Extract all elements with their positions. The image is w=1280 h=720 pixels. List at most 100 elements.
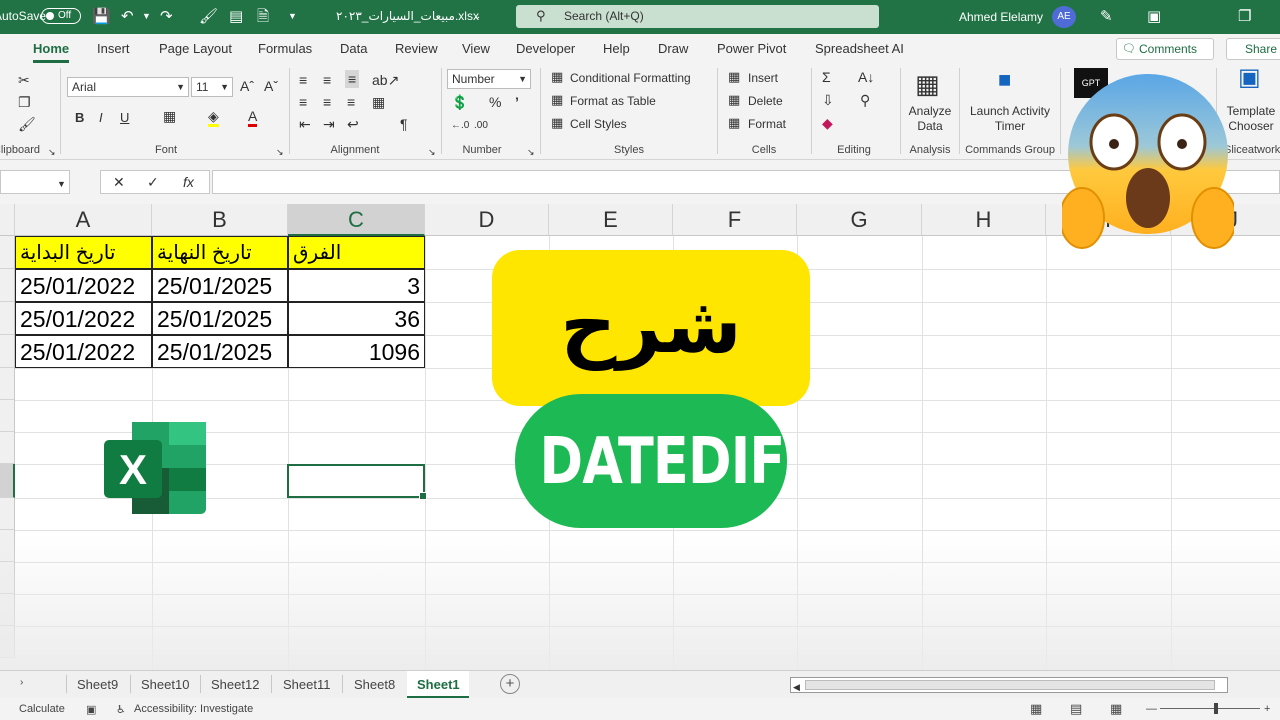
- table-cell[interactable]: 25/01/2022: [15, 269, 152, 302]
- row-header[interactable]: [0, 302, 15, 335]
- text-direction-icon[interactable]: ¶: [400, 116, 408, 132]
- accessibility-status[interactable]: Accessibility: Investigate: [134, 703, 253, 715]
- enter-icon[interactable]: ✓: [147, 174, 159, 190]
- table-header-start-date[interactable]: تاريخ البداية: [15, 236, 152, 269]
- format-cells-button[interactable]: Format: [748, 117, 786, 131]
- column-header-f[interactable]: F: [673, 204, 797, 236]
- accessibility-icon[interactable]: ♿: [116, 703, 126, 716]
- clear-icon[interactable]: ◆: [822, 115, 833, 131]
- conditional-formatting-button[interactable]: Conditional Formatting: [570, 71, 691, 85]
- comma-style-icon[interactable]: ’: [515, 94, 519, 110]
- row-header[interactable]: [0, 400, 15, 432]
- delete-cells-icon[interactable]: ▦: [728, 92, 740, 108]
- form-icon[interactable]: ▤: [229, 8, 243, 25]
- column-header-e[interactable]: E: [549, 204, 673, 236]
- table-cell[interactable]: 25/01/2025: [152, 335, 288, 368]
- align-top-icon[interactable]: ≡: [299, 72, 307, 88]
- zoom-in-icon[interactable]: +: [1264, 703, 1270, 715]
- customize-toolbar-icon[interactable]: ▼: [288, 8, 297, 25]
- decrease-indent-icon[interactable]: ⇤: [299, 116, 311, 132]
- sheet-tab-sheet11[interactable]: Sheet11: [283, 677, 330, 692]
- page-layout-view-icon[interactable]: ▤: [1070, 701, 1082, 717]
- percent-style-icon[interactable]: %: [489, 94, 501, 110]
- scroll-left-icon[interactable]: ◀: [793, 679, 800, 695]
- sheet-tab-sheet1[interactable]: Sheet1: [417, 677, 460, 692]
- autosave-toggle[interactable]: Off: [41, 8, 81, 24]
- tab-data[interactable]: Data: [340, 41, 367, 56]
- share-button[interactable]: Share: [1226, 38, 1280, 60]
- row-header[interactable]: [0, 368, 15, 400]
- column-header-c[interactable]: C: [288, 204, 425, 236]
- tab-formulas[interactable]: Formulas: [258, 41, 312, 56]
- alignment-launcher-icon[interactable]: ↘: [428, 144, 436, 160]
- table-cell[interactable]: 25/01/2025: [152, 269, 288, 302]
- sheet-tab-sheet9[interactable]: Sheet9: [77, 677, 118, 692]
- accounting-format-icon[interactable]: 💲: [451, 94, 468, 110]
- row-header[interactable]: [0, 269, 15, 302]
- analyze-data-icon[interactable]: ▦: [915, 70, 940, 98]
- tab-page-layout[interactable]: Page Layout: [159, 41, 232, 56]
- user-name[interactable]: Ahmed Elelamy: [959, 10, 1043, 24]
- redo-icon[interactable]: ↷: [160, 8, 173, 25]
- cancel-icon[interactable]: ✕: [113, 174, 125, 190]
- increase-font-icon[interactable]: Aˆ: [240, 78, 254, 94]
- pen-icon[interactable]: ✎: [1100, 8, 1113, 25]
- sort-filter-icon[interactable]: A↓: [858, 69, 874, 85]
- format-painter-icon[interactable]: 🖌: [199, 8, 218, 25]
- search-input[interactable]: Search (Alt+Q): [564, 9, 644, 23]
- row-header[interactable]: [0, 236, 15, 269]
- italic-icon[interactable]: I: [99, 110, 103, 126]
- active-cell-selection[interactable]: [287, 464, 427, 500]
- column-header-a[interactable]: A: [15, 204, 152, 236]
- comments-button[interactable]: Comments: [1116, 38, 1214, 60]
- autosum-icon[interactable]: Σ: [822, 69, 831, 85]
- tab-developer[interactable]: Developer: [516, 41, 575, 56]
- scrollbar-thumb[interactable]: [805, 680, 1215, 690]
- filename-chevron-icon[interactable]: ⌄: [473, 8, 481, 25]
- row-header[interactable]: [0, 335, 15, 368]
- row-header[interactable]: [0, 432, 15, 464]
- undo-icon[interactable]: ↶: [121, 8, 134, 25]
- cell-styles-icon[interactable]: ▦: [551, 115, 563, 131]
- column-header-b[interactable]: B: [152, 204, 288, 236]
- align-center-icon[interactable]: ≡: [323, 94, 331, 110]
- table-cell[interactable]: 3: [288, 269, 425, 302]
- horizontal-scrollbar[interactable]: ◀: [790, 677, 1228, 693]
- cell-styles-button[interactable]: Cell Styles: [570, 117, 627, 131]
- avatar[interactable]: AE: [1052, 6, 1076, 28]
- copy-icon[interactable]: ❐: [18, 94, 31, 110]
- conditional-formatting-icon[interactable]: ▦: [551, 69, 563, 85]
- tab-spreadsheet-ai[interactable]: Spreadsheet AI: [815, 41, 904, 56]
- increase-indent-icon[interactable]: ⇥: [323, 116, 335, 132]
- find-select-icon[interactable]: ⚲: [860, 92, 870, 108]
- decrease-decimal-icon[interactable]: .00: [474, 118, 488, 134]
- format-as-table-button[interactable]: Format as Table: [570, 94, 656, 108]
- new-file-icon[interactable]: 🗎: [257, 8, 269, 25]
- format-painter-icon[interactable]: 🖌: [18, 116, 36, 132]
- sheet-tab-sheet10[interactable]: Sheet10: [141, 677, 189, 692]
- format-cells-icon[interactable]: ▦: [728, 115, 740, 131]
- tab-power-pivot[interactable]: Power Pivot: [717, 41, 786, 56]
- add-sheet-icon[interactable]: +: [500, 674, 520, 694]
- tab-home[interactable]: Home: [33, 41, 69, 56]
- table-header-end-date[interactable]: تاريخ النهاية: [152, 236, 288, 269]
- table-cell[interactable]: 25/01/2022: [15, 302, 152, 335]
- search-box[interactable]: ⚲ Search (Alt+Q): [516, 5, 879, 28]
- column-header-d[interactable]: D: [425, 204, 549, 236]
- zoom-slider[interactable]: [1160, 708, 1260, 709]
- sheet-tab-sheet12[interactable]: Sheet12: [211, 677, 259, 692]
- insert-cells-icon[interactable]: ▦: [728, 69, 740, 85]
- table-cell[interactable]: 36: [288, 302, 425, 335]
- column-header-h[interactable]: H: [922, 204, 1046, 236]
- number-format-select[interactable]: Number ▼: [447, 69, 531, 89]
- name-box[interactable]: ▼: [0, 170, 70, 194]
- align-right-icon[interactable]: ≡: [347, 94, 355, 110]
- ribbon-display-icon[interactable]: ▣: [1147, 8, 1161, 25]
- analyze-data-button[interactable]: Analyze Data: [905, 104, 955, 134]
- sheet-nav-icon[interactable]: ›: [20, 677, 23, 688]
- calculate-status[interactable]: Calculate: [19, 703, 65, 715]
- table-header-difference[interactable]: الفرق: [288, 236, 425, 269]
- table-cell[interactable]: 25/01/2022: [15, 335, 152, 368]
- number-launcher-icon[interactable]: ↘: [527, 144, 535, 160]
- tab-insert[interactable]: Insert: [97, 41, 130, 56]
